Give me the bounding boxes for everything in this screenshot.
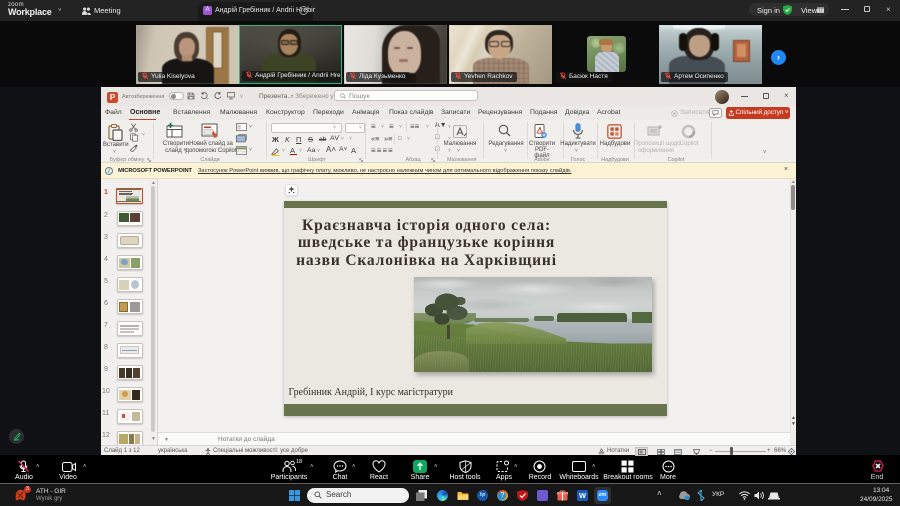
svg-text:P: P [110, 93, 116, 102]
